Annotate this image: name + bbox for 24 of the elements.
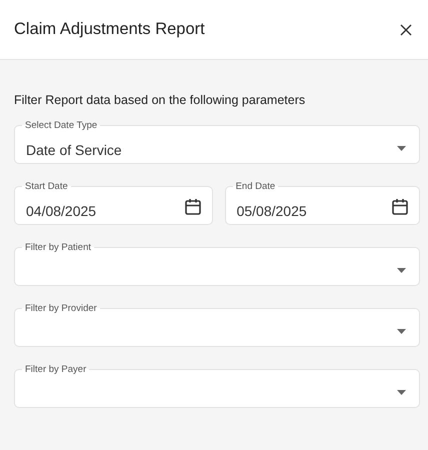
calendar-icon[interactable] [391,198,409,216]
field-value: 05/08/2025 [236,202,307,222]
date-field[interactable]: End Date 05/08/2025 [224,182,420,225]
calendar-icon[interactable] [184,198,202,216]
field-label: Filter by Provider [24,304,98,314]
field-label: Select Date Type [24,120,98,130]
caret-icon [397,146,406,152]
select-field[interactable]: Filter by Payer [14,364,420,408]
dialog-title: Claim Adjustments Report [14,19,205,40]
caret-icon [397,329,406,334]
select-field[interactable]: Filter by Provider [14,304,420,347]
field-label: Filter by Patient [24,242,92,252]
field-label: Filter by Payer [24,364,88,374]
field-label: End Date [234,182,276,192]
select-field[interactable]: Select Date Type Date of Service [14,120,420,164]
date-field[interactable]: Start Date 04/08/2025 [14,182,213,225]
caret-icon [397,390,406,396]
field-value: Date of Service [26,141,122,160]
caret-icon [397,268,406,274]
close-icon[interactable] [398,22,414,38]
select-field[interactable]: Filter by Patient [14,242,420,286]
field-label: Start Date [24,182,69,192]
intro-text: Filter Report data based on the following parameters [14,92,306,109]
field-value: 04/08/2025 [26,202,96,222]
